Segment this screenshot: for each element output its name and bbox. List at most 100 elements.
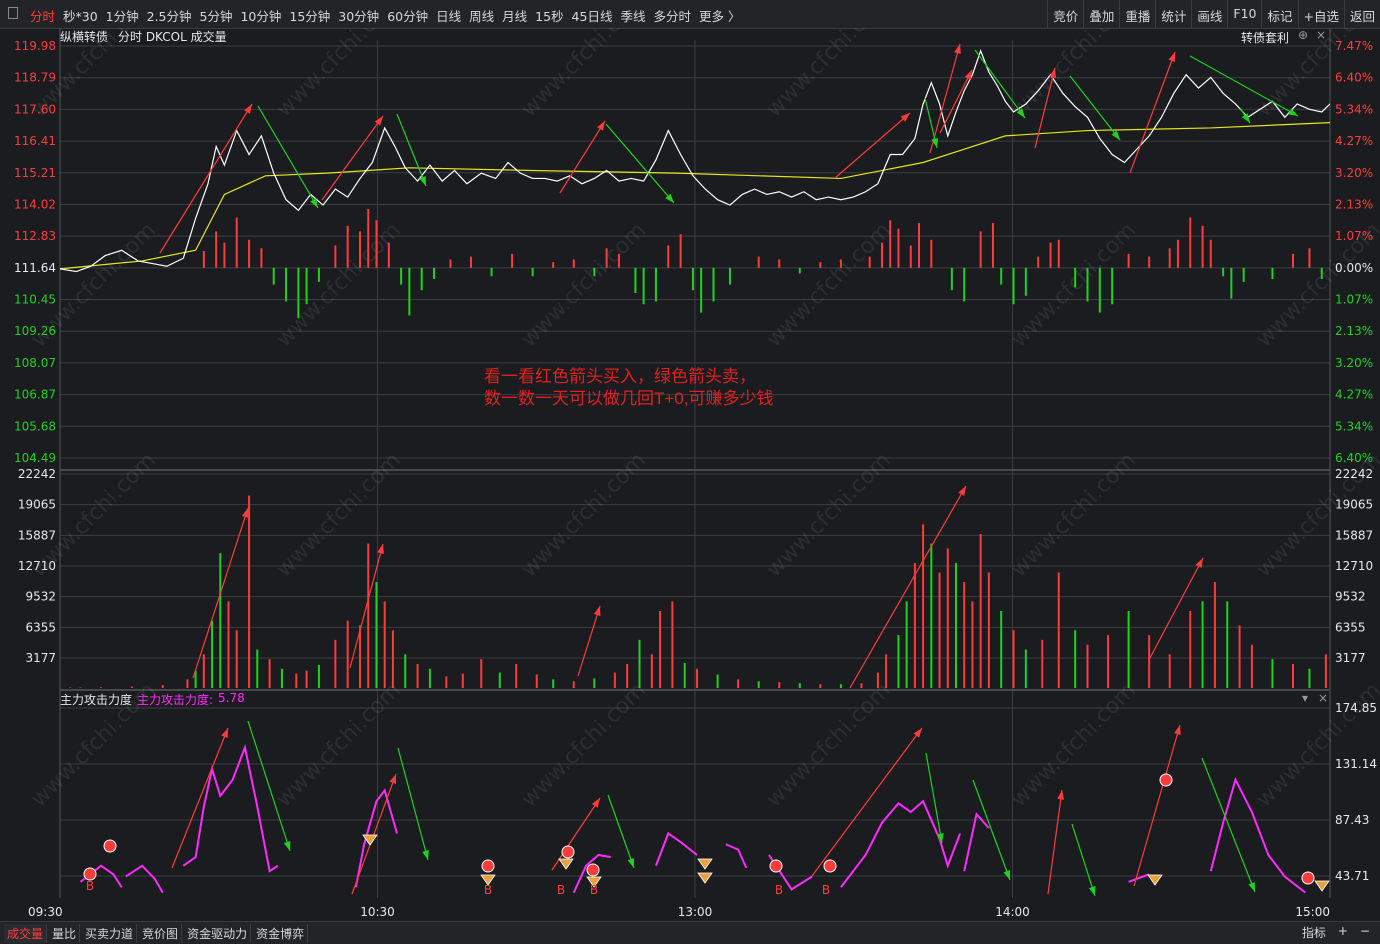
zoom-in-icon[interactable]: ⊕ (1298, 28, 1308, 42)
watermark-text: www.cfchi.com (272, 218, 406, 352)
tool-button-2[interactable]: 重播 (1119, 0, 1155, 28)
signal-arrow-line (1071, 823, 1096, 897)
period-tab-5[interactable]: 10分钟 (240, 6, 281, 25)
convertible-arbitrage-button[interactable]: 转债套利 (1241, 29, 1289, 46)
intraday-chart[interactable]: 119.98118.79117.60116.41115.21114.02112.… (0, 0, 1380, 921)
signal-arrow-head (627, 858, 635, 868)
time-tick-label: 14:00 (995, 905, 1030, 919)
signal-marker-icon (1301, 871, 1315, 885)
buy-marker-label: B (822, 883, 830, 897)
signal-arrow-head (958, 486, 966, 496)
buy-marker-label: B (484, 883, 492, 897)
signal-marker-circle (769, 859, 783, 873)
period-tab-0[interactable]: 分时 (30, 6, 55, 25)
tool-button-3[interactable]: 统计 (1155, 0, 1191, 28)
period-tabs: 分时 秒*30 1分钟 2.5分钟 5分钟 10分钟 15分钟 30分钟 60分钟 日线 周线 月线 1… (30, 6, 748, 25)
indicator-name: 主力攻击力度 (60, 693, 133, 707)
watermark-text: www.cfchi.com (762, 678, 896, 812)
indicator-button[interactable]: 指标 (1302, 924, 1326, 941)
volume-tick-label: 22242 (18, 467, 56, 481)
period-tab-11[interactable]: 月线 (502, 6, 527, 25)
percent-tick-label: 1.07% (1335, 293, 1373, 307)
indicator-tabs: 成交量 量比 买卖力道 竞价图 资金驱动力 资金博弈 (4, 924, 310, 943)
period-tab-1[interactable]: 秒*30 (63, 6, 98, 25)
signal-arrow-line (605, 123, 675, 204)
tool-button-6[interactable]: 标记 (1261, 0, 1297, 28)
period-tab-13[interactable]: 45日线 (572, 6, 613, 25)
percent-tick-label: 5.34% (1335, 102, 1373, 116)
period-tab-15[interactable]: 多分时 (653, 6, 691, 25)
minus-icon[interactable]: − (1360, 924, 1370, 941)
signal-arrow-head (374, 116, 383, 126)
tab-volume[interactable]: 成交量 (4, 924, 48, 943)
period-tab-6[interactable]: 15分钟 (289, 6, 330, 25)
watermark-text: www.cfchi.com (272, 448, 406, 582)
volume-tick-label-right: 6355 (1335, 620, 1366, 634)
signal-marker-circle (586, 863, 600, 877)
signal-marker-icon (769, 859, 783, 873)
period-tab-12[interactable]: 15秒 (535, 6, 563, 25)
price-tick-label: 111.64 (14, 261, 56, 275)
watermark-text: www.cfchi.com (1007, 678, 1141, 812)
coin-marker-icon (1314, 880, 1330, 892)
watermark-text: www.cfchi.com (762, 218, 896, 352)
signal-arrow-head (964, 70, 972, 80)
period-tab-2[interactable]: 1分钟 (106, 6, 139, 25)
time-tick-label: 15:00 (1295, 905, 1330, 919)
chart-area: 119.98 118.79 117.60 116.41 115.21 114.02 112.… (0, 0, 1380, 921)
watermark-text: www.cfchi.com (1007, 448, 1141, 582)
period-tab-3[interactable]: 2.5分钟 (147, 6, 192, 25)
signal-marker-icon (586, 863, 600, 877)
tool-button-0[interactable]: 竞价 (1047, 0, 1083, 28)
price-tick-label: 106.87 (14, 388, 56, 402)
indicator-line (725, 843, 748, 869)
watermark-text: www.cfchi.com (517, 678, 651, 812)
tab-volume-ratio[interactable]: 量比 (49, 924, 81, 943)
tool-button-1[interactable]: 叠加 (1083, 0, 1119, 28)
period-tab-14[interactable]: 季线 (620, 6, 645, 25)
tab-capital-drive[interactable]: 资金驱动力 (184, 924, 252, 943)
signal-arrow-line (1047, 789, 1063, 895)
period-tab-4[interactable]: 5分钟 (200, 6, 233, 25)
percent-tick-label: 6.40% (1335, 71, 1373, 85)
time-tick-label: 13:00 (678, 905, 713, 919)
signal-marker-circle (561, 845, 575, 859)
tool-button-8[interactable]: 返回 (1343, 0, 1380, 28)
chart-mode: 分时 DKCOL 成交量 (118, 30, 227, 44)
close-icon[interactable]: × (1318, 691, 1328, 705)
price-tick-label: 104.49 (14, 451, 56, 465)
tool-button-4[interactable]: 画线 (1191, 0, 1227, 28)
indicator-tick-label: 43.71 (1335, 869, 1369, 883)
volume-tick-label: 6355 (25, 620, 56, 634)
signal-arrow-line (925, 752, 943, 844)
close-icon[interactable]: × (1316, 28, 1326, 42)
watermark-text: www.cfchi.com (762, 28, 896, 122)
signal-arrow-line (974, 49, 1026, 119)
signal-arrow-head (597, 121, 605, 131)
coin-marker-icon (697, 872, 713, 884)
signal-arrow-head (283, 841, 291, 851)
period-tab-9[interactable]: 日线 (436, 6, 461, 25)
period-tab-16[interactable]: 更多 〉 (699, 6, 740, 25)
plus-icon[interactable]: + (1338, 924, 1348, 941)
tab-auction[interactable]: 竞价图 (139, 924, 183, 943)
percent-tick-label: 5.34% (1335, 419, 1373, 433)
period-tab-10[interactable]: 周线 (469, 6, 494, 25)
tool-button-7[interactable]: +自选 (1297, 0, 1344, 28)
period-tab-7[interactable]: 30分钟 (338, 6, 379, 25)
watermark-text: www.cfchi.com (272, 28, 406, 122)
tool-button-5[interactable]: F10 (1227, 0, 1261, 28)
signal-arrow-head (1241, 113, 1250, 123)
volume-tick-label-right: 15887 (1335, 528, 1373, 542)
signal-marker-circle (481, 859, 495, 873)
back-icon[interactable] (8, 7, 18, 19)
signal-arrow-line (559, 120, 606, 194)
tab-buy-sell-power[interactable]: 买卖力道 (82, 924, 138, 943)
signal-arrow-head (221, 728, 228, 738)
signal-arrow-line (1201, 757, 1256, 893)
indicator-line (354, 788, 398, 888)
volume-tick-label: 3177 (25, 651, 56, 665)
period-tab-8[interactable]: 60分钟 (387, 6, 428, 25)
dropdown-icon[interactable]: ▾ (1302, 691, 1308, 705)
tab-capital-game[interactable]: 资金博弈 (253, 924, 309, 943)
